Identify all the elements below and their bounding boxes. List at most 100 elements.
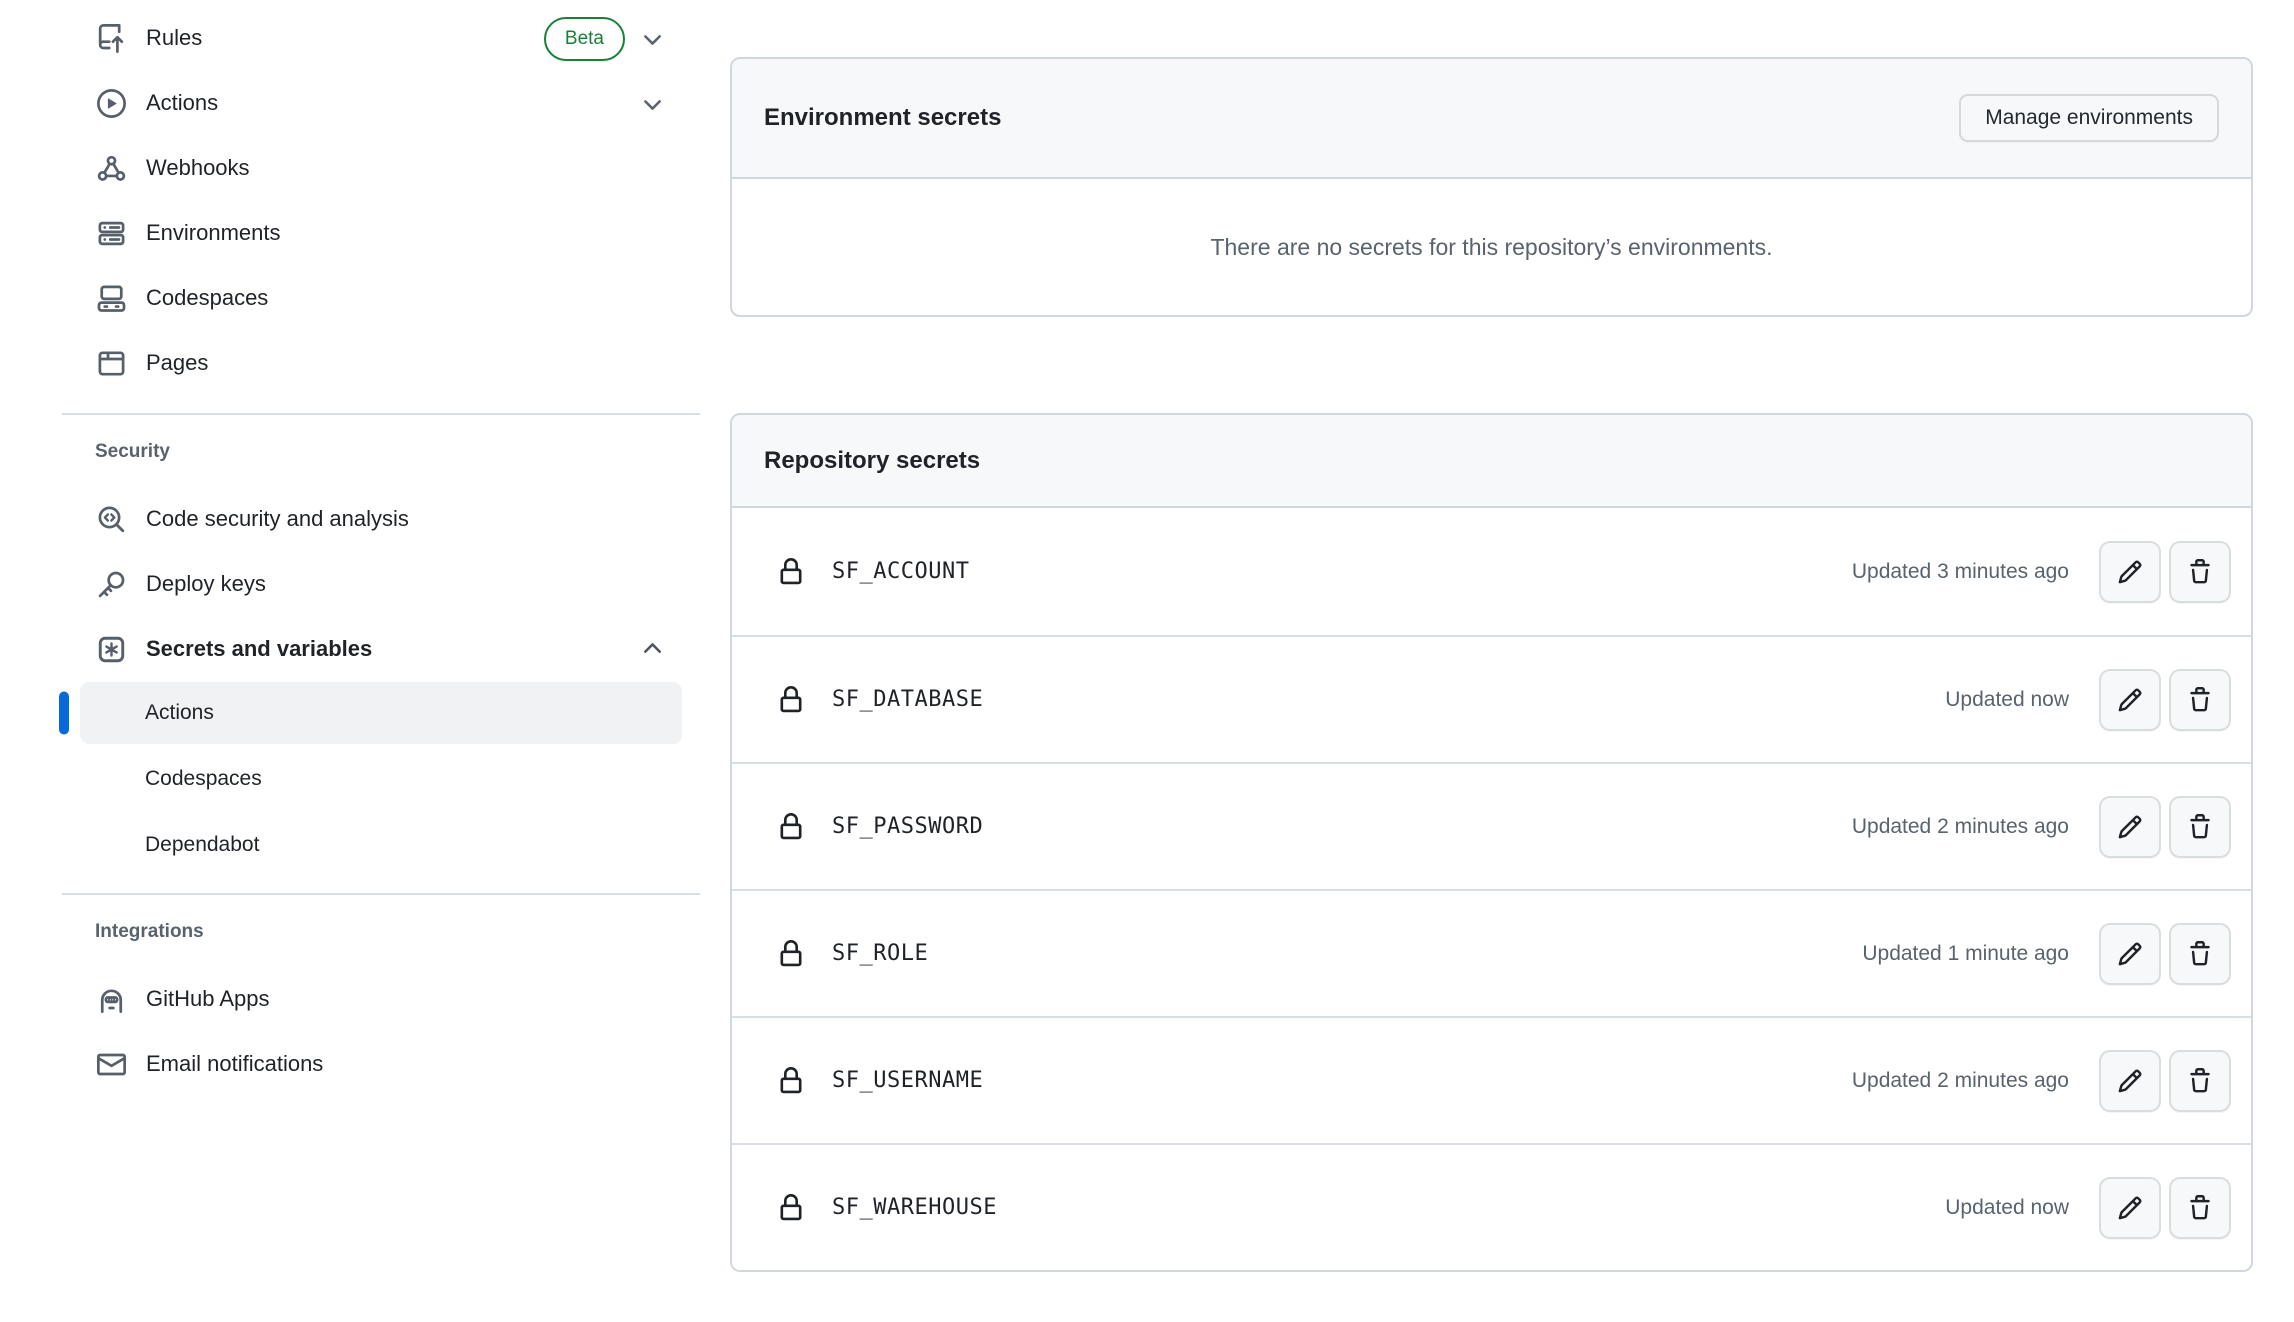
pencil-icon [2117, 941, 2143, 967]
delete-secret-button[interactable] [2169, 923, 2231, 985]
secret-updated-text: Updated 3 minutes ago [1852, 560, 2069, 584]
github-apps-icon [95, 983, 128, 1016]
trash-icon [2187, 941, 2213, 967]
sidebar-item-actions[interactable]: Actions [62, 71, 702, 136]
sidebar-item-codespaces[interactable]: Codespaces [62, 266, 702, 331]
chevron-up-icon [639, 636, 666, 663]
secret-updated-text: Updated 2 minutes ago [1852, 1069, 2069, 1093]
sidebar-item-code-security[interactable]: Code security and analysis [62, 487, 702, 552]
subnav-item-label: Codespaces [145, 767, 262, 791]
secret-name: SF_ACCOUNT [832, 559, 969, 584]
settings-page: Rules Beta Actions Webhooks Environments… [0, 0, 2294, 1322]
edit-secret-button[interactable] [2099, 923, 2161, 985]
edit-secret-button[interactable] [2099, 796, 2161, 858]
trash-icon [2187, 1195, 2213, 1221]
trash-icon [2187, 814, 2213, 840]
secret-row: SF_WAREHOUSE Updated now [732, 1143, 2251, 1270]
cards-gap [730, 317, 2253, 413]
sidebar-item-label: Webhooks [146, 155, 250, 181]
sidebar-item-label: Code security and analysis [146, 506, 409, 532]
settings-sidebar: Rules Beta Actions Webhooks Environments… [0, 0, 702, 1322]
webhook-icon [95, 152, 128, 185]
lock-icon [777, 1067, 805, 1095]
secrets-main-content: Environment secrets Manage environments … [702, 0, 2294, 1322]
secret-row: SF_USERNAME Updated 2 minutes ago [732, 1016, 2251, 1143]
subnav-item-actions[interactable]: Actions [80, 682, 682, 744]
security-section-label: Security [95, 441, 702, 463]
lock-icon [777, 1194, 805, 1222]
repository-secrets-card: Repository secrets SF_ACCOUNT Updated 3 … [730, 413, 2253, 1272]
lock-icon [777, 940, 805, 968]
chevron-down-icon [639, 90, 666, 117]
rules-icon [95, 22, 128, 55]
environment-secrets-title: Environment secrets [764, 104, 1001, 132]
trash-icon [2187, 687, 2213, 713]
sidebar-item-label: Pages [146, 350, 208, 376]
sidebar-item-secrets-and-variables[interactable]: Secrets and variables [62, 617, 702, 682]
sidebar-divider [62, 893, 700, 895]
edit-secret-button[interactable] [2099, 1050, 2161, 1112]
sidebar-item-github-apps[interactable]: GitHub Apps [62, 967, 702, 1032]
secret-name: SF_DATABASE [832, 687, 983, 712]
sidebar-item-rules[interactable]: Rules Beta [62, 6, 702, 71]
secret-updated-text: Updated now [1945, 1196, 2069, 1220]
environment-secrets-card: Environment secrets Manage environments … [730, 57, 2253, 317]
sidebar-item-webhooks[interactable]: Webhooks [62, 136, 702, 201]
delete-secret-button[interactable] [2169, 1050, 2231, 1112]
integrations-section-label: Integrations [95, 921, 702, 943]
pencil-icon [2117, 1068, 2143, 1094]
manage-environments-button[interactable]: Manage environments [1959, 94, 2219, 142]
environment-secrets-header: Environment secrets Manage environments [732, 59, 2251, 179]
edit-secret-button[interactable] [2099, 541, 2161, 603]
sidebar-item-label: Rules [146, 25, 202, 51]
chevron-down-icon [639, 25, 666, 52]
sidebar-item-label: Environments [146, 220, 281, 246]
sidebar-item-label: GitHub Apps [146, 986, 270, 1012]
secret-name: SF_USERNAME [832, 1068, 983, 1093]
lock-icon [777, 686, 805, 714]
environment-secrets-empty-message: There are no secrets for this repository… [732, 179, 2251, 315]
sidebar-item-email-notifications[interactable]: Email notifications [62, 1032, 702, 1097]
key-icon [95, 568, 128, 601]
subnav-item-label: Actions [145, 701, 214, 725]
delete-secret-button[interactable] [2169, 1177, 2231, 1239]
code-scan-icon [95, 503, 128, 536]
sidebar-item-label: Actions [146, 90, 218, 116]
sidebar-item-label: Secrets and variables [146, 636, 372, 662]
secret-name: SF_PASSWORD [832, 814, 983, 839]
pencil-icon [2117, 814, 2143, 840]
pencil-icon [2117, 1195, 2143, 1221]
secret-name: SF_WAREHOUSE [832, 1195, 997, 1220]
sidebar-item-label: Email notifications [146, 1051, 323, 1077]
secret-updated-text: Updated 1 minute ago [1862, 942, 2069, 966]
edit-secret-button[interactable] [2099, 669, 2161, 731]
subnav-item-label: Dependabot [145, 833, 259, 857]
delete-secret-button[interactable] [2169, 796, 2231, 858]
lock-icon [777, 558, 805, 586]
delete-secret-button[interactable] [2169, 541, 2231, 603]
sidebar-item-label: Deploy keys [146, 571, 266, 597]
repository-secrets-header: Repository secrets [732, 415, 2251, 508]
pencil-icon [2117, 559, 2143, 585]
secret-row: SF_ACCOUNT Updated 3 minutes ago [732, 508, 2251, 635]
codespaces-icon [95, 282, 128, 315]
trash-icon [2187, 1068, 2213, 1094]
lock-icon [777, 813, 805, 841]
sidebar-item-pages[interactable]: Pages [62, 331, 702, 396]
subnav-item-codespaces[interactable]: Codespaces [80, 748, 682, 810]
subnav-item-dependabot[interactable]: Dependabot [80, 814, 682, 876]
secret-updated-text: Updated 2 minutes ago [1852, 815, 2069, 839]
secret-row: SF_DATABASE Updated now [732, 635, 2251, 762]
server-icon [95, 217, 128, 250]
browser-icon [95, 347, 128, 380]
play-icon [95, 87, 128, 120]
trash-icon [2187, 559, 2213, 585]
sidebar-item-label: Codespaces [146, 285, 268, 311]
delete-secret-button[interactable] [2169, 669, 2231, 731]
sidebar-divider [62, 413, 700, 415]
beta-badge: Beta [544, 17, 625, 61]
edit-secret-button[interactable] [2099, 1177, 2161, 1239]
sidebar-item-environments[interactable]: Environments [62, 201, 702, 266]
sidebar-item-deploy-keys[interactable]: Deploy keys [62, 552, 702, 617]
repository-secrets-title: Repository secrets [764, 447, 980, 475]
